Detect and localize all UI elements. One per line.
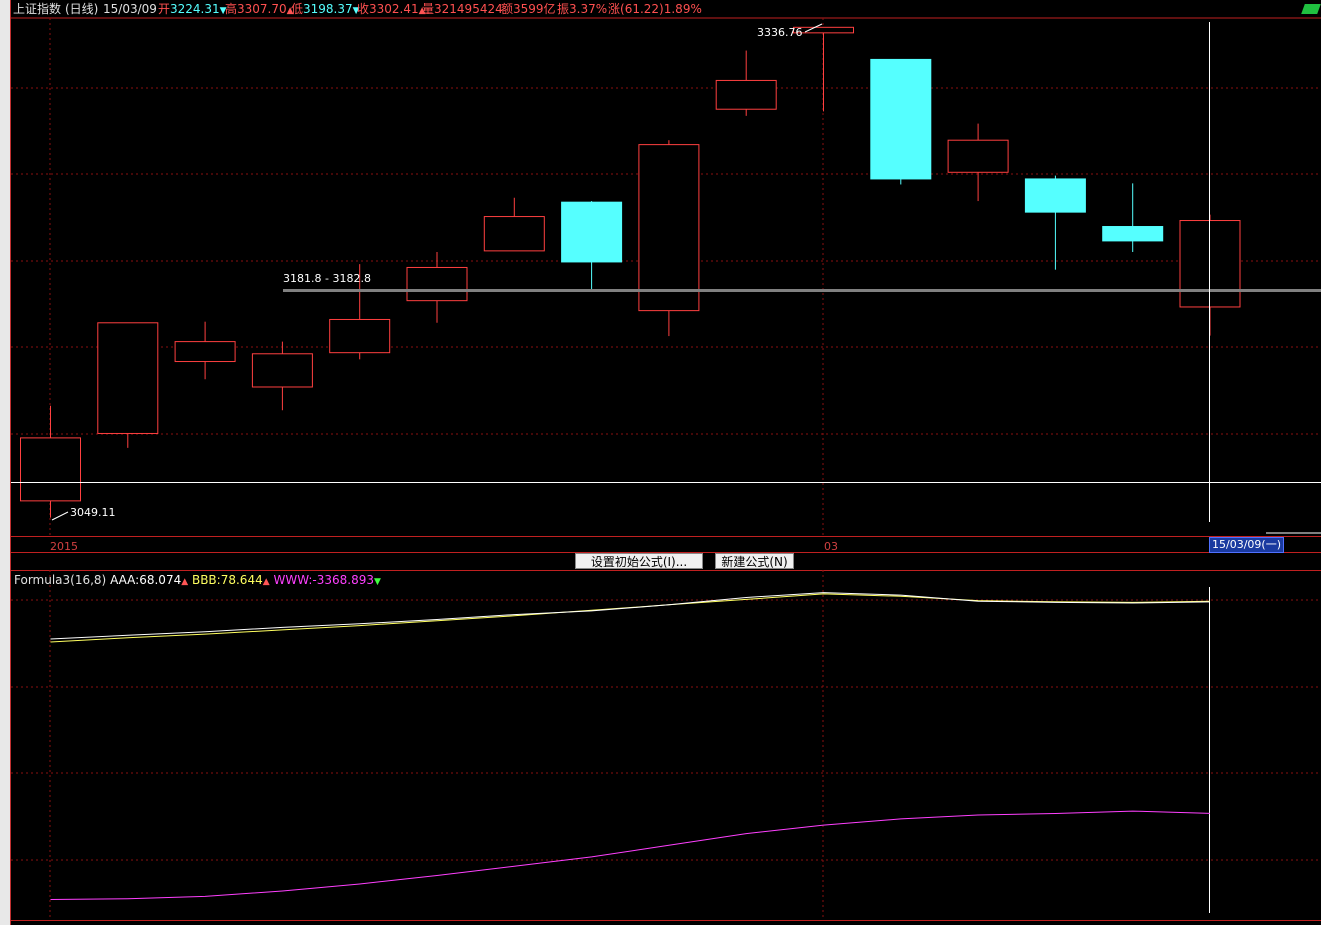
open-field: 开3224.31▼ bbox=[158, 1, 227, 19]
candle-body-up bbox=[97, 322, 159, 434]
close-field: 收3302.41▲ bbox=[357, 1, 426, 19]
bbb-label: BBB: bbox=[191, 573, 221, 587]
candle-body-up bbox=[715, 79, 777, 110]
cursor-date-badge: 15/03/09(一) bbox=[1209, 537, 1284, 553]
amplitude-value: 3.37% bbox=[569, 2, 608, 16]
amount-label: 额 bbox=[501, 2, 514, 16]
amplitude-label: 振 bbox=[557, 2, 570, 16]
www-value: -3368.893 bbox=[312, 573, 374, 587]
candle-body-down bbox=[1024, 178, 1086, 213]
low-value: 3198.37 bbox=[303, 2, 353, 16]
max-price-label: 3336.76 bbox=[757, 26, 803, 39]
axis-year-label: 2015 bbox=[50, 540, 78, 553]
amplitude-field: 振3.37% bbox=[557, 1, 607, 17]
candle-body-up bbox=[251, 353, 313, 388]
high-label: 高 bbox=[225, 2, 238, 16]
candle-body-down bbox=[1102, 226, 1164, 242]
axis-month-label: 03 bbox=[824, 540, 838, 553]
range-price-label: 3181.8 - 3182.8 bbox=[283, 272, 371, 285]
close-value: 3302.41 bbox=[369, 2, 419, 16]
www-label: WWW: bbox=[273, 573, 313, 587]
open-label: 开 bbox=[158, 2, 171, 16]
candle-body-up bbox=[638, 144, 700, 312]
high-value: 3307.70 bbox=[237, 2, 287, 16]
range-band bbox=[283, 289, 1321, 292]
indicator-name: Formula3(16,8) bbox=[14, 573, 107, 587]
up-arrow-icon: ▲ bbox=[181, 577, 189, 587]
volume-field: 量321495424 bbox=[422, 1, 503, 17]
chart-canvas[interactable] bbox=[0, 0, 1321, 925]
bbb-line bbox=[50, 593, 1211, 643]
candle-body-up bbox=[406, 266, 468, 302]
candle-body-down bbox=[561, 201, 623, 263]
aaa-value: 68.074 bbox=[139, 573, 182, 587]
min-price-label: 3049.11 bbox=[70, 506, 116, 519]
low-field: 低3198.37▼ bbox=[291, 1, 360, 19]
new-formula-button[interactable]: 新建公式(N) bbox=[715, 553, 794, 569]
www-line bbox=[50, 810, 1211, 900]
candle-body-up bbox=[793, 26, 854, 34]
change-label: 涨 bbox=[608, 2, 621, 16]
close-label: 收 bbox=[357, 2, 370, 16]
candle-body-up bbox=[20, 437, 81, 502]
security-name: 上证指数 bbox=[13, 2, 62, 16]
candle-body-up bbox=[174, 341, 236, 363]
amount-field: 额3599亿 bbox=[501, 1, 556, 17]
set-initial-formula-button[interactable]: 设置初始公式(I)... bbox=[575, 553, 703, 569]
bbb-value: 78.644 bbox=[220, 573, 263, 587]
down-arrow-icon: ▼ bbox=[374, 577, 381, 587]
amount-value: 3599亿 bbox=[513, 2, 556, 16]
volume-label: 量 bbox=[422, 2, 435, 16]
candle-body-up bbox=[329, 318, 391, 354]
change-value: (61.22)1.89% bbox=[620, 2, 702, 16]
up-arrow-icon: ▲ bbox=[262, 577, 270, 587]
period-label: (日线) bbox=[65, 2, 99, 16]
quote-date: 15/03/09 bbox=[103, 2, 157, 16]
min-price-leader bbox=[51, 511, 69, 521]
change-field: 涨(61.22)1.89% bbox=[608, 1, 702, 17]
low-label: 低 bbox=[291, 2, 304, 16]
candle-body-up bbox=[947, 139, 1009, 173]
high-field: 高3307.70▲ bbox=[225, 1, 294, 19]
candle-body-down bbox=[870, 58, 932, 180]
open-value: 3224.31 bbox=[170, 2, 220, 16]
indicator-legend: Formula3(16,8) AAA:68.074▲ BBB:78.644▲ W… bbox=[14, 572, 381, 590]
aaa-label: AAA: bbox=[110, 573, 140, 587]
volume-value: 321495424 bbox=[434, 2, 503, 16]
candle-body-up bbox=[483, 216, 545, 252]
